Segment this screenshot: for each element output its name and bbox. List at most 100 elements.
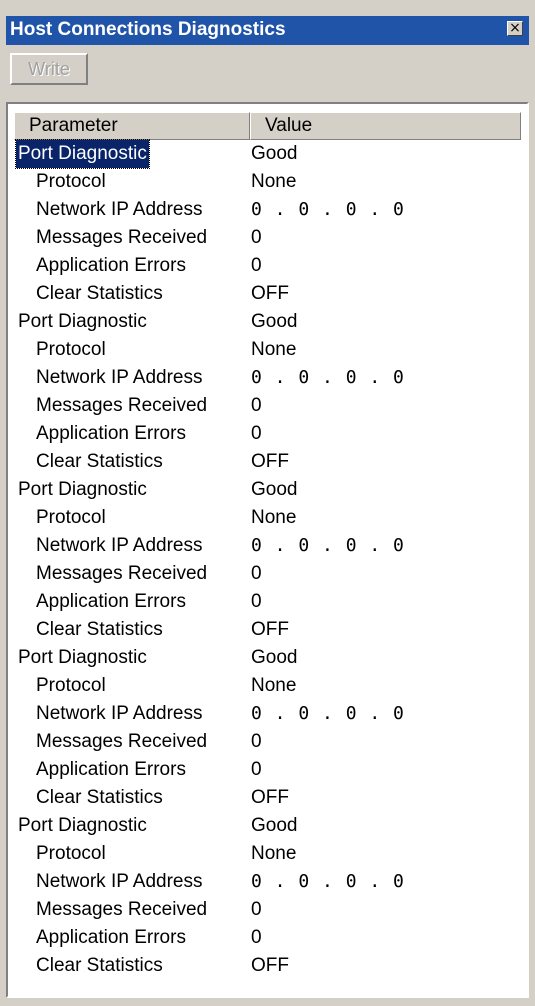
value-cell: OFF (251, 283, 289, 304)
parameter-cell: Clear Statistics (36, 955, 163, 976)
value-cell: OFF (251, 955, 289, 976)
value-cell: None (251, 843, 297, 864)
parameter-cell: Protocol (36, 507, 106, 528)
parameter-cell: Messages Received (36, 227, 208, 248)
table-row[interactable]: Application Errors 0 (8, 588, 527, 616)
table-row[interactable]: Application Errors 0 (8, 252, 527, 280)
table-row[interactable]: Protocol None (8, 840, 527, 868)
parameter-cell: Network IP Address (36, 199, 203, 220)
table-row[interactable]: Clear Statistics OFF (8, 280, 527, 308)
parameter-cell: Protocol (36, 339, 106, 360)
table-row[interactable]: Protocol None (8, 336, 527, 364)
column-header-value[interactable]: Value (250, 112, 521, 140)
diagnostics-window: Host Connections Diagnostics × Write Par… (0, 0, 535, 1006)
value-cell: 0 (251, 423, 262, 444)
value-cell: Good (251, 479, 298, 500)
close-icon[interactable]: × (507, 21, 523, 36)
table-row[interactable]: Messages Received 0 (8, 896, 527, 924)
value-cell: 0 (251, 591, 262, 612)
parameter-cell: Clear Statistics (36, 619, 163, 640)
parameter-cell: Messages Received (36, 395, 208, 416)
table-row[interactable]: Application Errors 0 (8, 420, 527, 448)
value-cell: OFF (251, 619, 289, 640)
table-row[interactable]: Messages Received 0 (8, 224, 527, 252)
parameter-cell: Port Diagnostic (18, 479, 147, 500)
value-cell: 0 . 0 . 0 . 0 (251, 871, 405, 892)
table-row[interactable]: Clear Statistics OFF (8, 616, 527, 644)
parameter-cell: Protocol (36, 171, 106, 192)
value-cell: 0 (251, 227, 262, 248)
table-row[interactable]: Application Errors 0 (8, 924, 527, 952)
value-cell: Good (251, 815, 298, 836)
table-row[interactable]: Protocol None (8, 504, 527, 532)
parameter-cell: Network IP Address (36, 703, 203, 724)
parameter-cell: Application Errors (36, 423, 186, 444)
value-cell: None (251, 171, 297, 192)
title-bar[interactable]: Host Connections Diagnostics × (6, 16, 529, 45)
write-button[interactable]: Write (10, 53, 88, 85)
parameter-cell: Application Errors (36, 255, 186, 276)
parameter-cell: Messages Received (36, 563, 208, 584)
value-cell: 0 . 0 . 0 . 0 (251, 535, 405, 556)
table-row[interactable]: Network IP Address 0 . 0 . 0 . 0 (8, 868, 527, 896)
parameter-cell: Clear Statistics (36, 451, 163, 472)
toolbar: Write (6, 45, 529, 95)
value-cell: 0 (251, 927, 262, 948)
table-row[interactable]: Port Diagnostic Good (8, 812, 527, 840)
value-cell: Good (251, 143, 298, 164)
table-row[interactable]: Messages Received 0 (8, 392, 527, 420)
table-row[interactable]: Network IP Address 0 . 0 . 0 . 0 (8, 700, 527, 728)
parameter-cell: Network IP Address (36, 871, 203, 892)
parameter-cell: Clear Statistics (36, 283, 163, 304)
value-cell: 0 (251, 759, 262, 780)
value-cell: None (251, 339, 297, 360)
value-cell: 0 (251, 395, 262, 416)
value-cell: Good (251, 647, 298, 668)
parameter-cell: Network IP Address (36, 535, 203, 556)
list-header: Parameter Value (14, 112, 521, 140)
table-row[interactable]: Port Diagnostic Good (8, 139, 527, 169)
value-cell: None (251, 675, 297, 696)
table-row[interactable]: Port Diagnostic Good (8, 476, 527, 504)
parameter-cell: Application Errors (36, 759, 186, 780)
list-rows: Port Diagnostic Good Protocol None Network I… (8, 139, 527, 980)
parameter-cell: Port Diagnostic (18, 815, 147, 836)
parameter-cell: Protocol (36, 675, 106, 696)
parameter-cell: Application Errors (36, 591, 186, 612)
value-cell: OFF (251, 451, 289, 472)
parameter-cell: Messages Received (36, 731, 208, 752)
table-row[interactable]: Application Errors 0 (8, 756, 527, 784)
value-cell: 0 . 0 . 0 . 0 (251, 367, 405, 388)
parameter-cell: Clear Statistics (36, 787, 163, 808)
table-row[interactable]: Network IP Address 0 . 0 . 0 . 0 (8, 196, 527, 224)
parameter-cell: Application Errors (36, 927, 186, 948)
value-cell: 0 (251, 563, 262, 584)
table-row[interactable]: Network IP Address 0 . 0 . 0 . 0 (8, 532, 527, 560)
table-row[interactable]: Clear Statistics OFF (8, 448, 527, 476)
table-row[interactable]: Port Diagnostic Good (8, 644, 527, 672)
value-cell: OFF (251, 787, 289, 808)
parameter-cell: Messages Received (36, 899, 208, 920)
parameter-cell: Port Diagnostic (18, 311, 147, 332)
table-row[interactable]: Messages Received 0 (8, 560, 527, 588)
table-row[interactable]: Port Diagnostic Good (8, 308, 527, 336)
column-header-parameter[interactable]: Parameter (14, 112, 250, 140)
table-row[interactable]: Messages Received 0 (8, 728, 527, 756)
value-cell: Good (251, 311, 298, 332)
table-row[interactable]: Clear Statistics OFF (8, 952, 527, 980)
value-cell: 0 (251, 255, 262, 276)
value-cell: None (251, 507, 297, 528)
table-row[interactable]: Network IP Address 0 . 0 . 0 . 0 (8, 364, 527, 392)
table-row[interactable]: Clear Statistics OFF (8, 784, 527, 812)
window-title: Host Connections Diagnostics (10, 19, 286, 40)
value-cell: 0 . 0 . 0 . 0 (251, 703, 405, 724)
parameter-cell: Protocol (36, 843, 106, 864)
table-row[interactable]: Protocol None (8, 672, 527, 700)
value-cell: 0 (251, 899, 262, 920)
value-cell: 0 . 0 . 0 . 0 (251, 199, 405, 220)
table-row[interactable]: Protocol None (8, 168, 527, 196)
parameter-cell: Network IP Address (36, 367, 203, 388)
parameter-list[interactable]: Parameter Value Port Diagnostic Good Proto… (6, 102, 529, 998)
value-cell: 0 (251, 731, 262, 752)
parameter-cell: Port Diagnostic (15, 139, 150, 169)
